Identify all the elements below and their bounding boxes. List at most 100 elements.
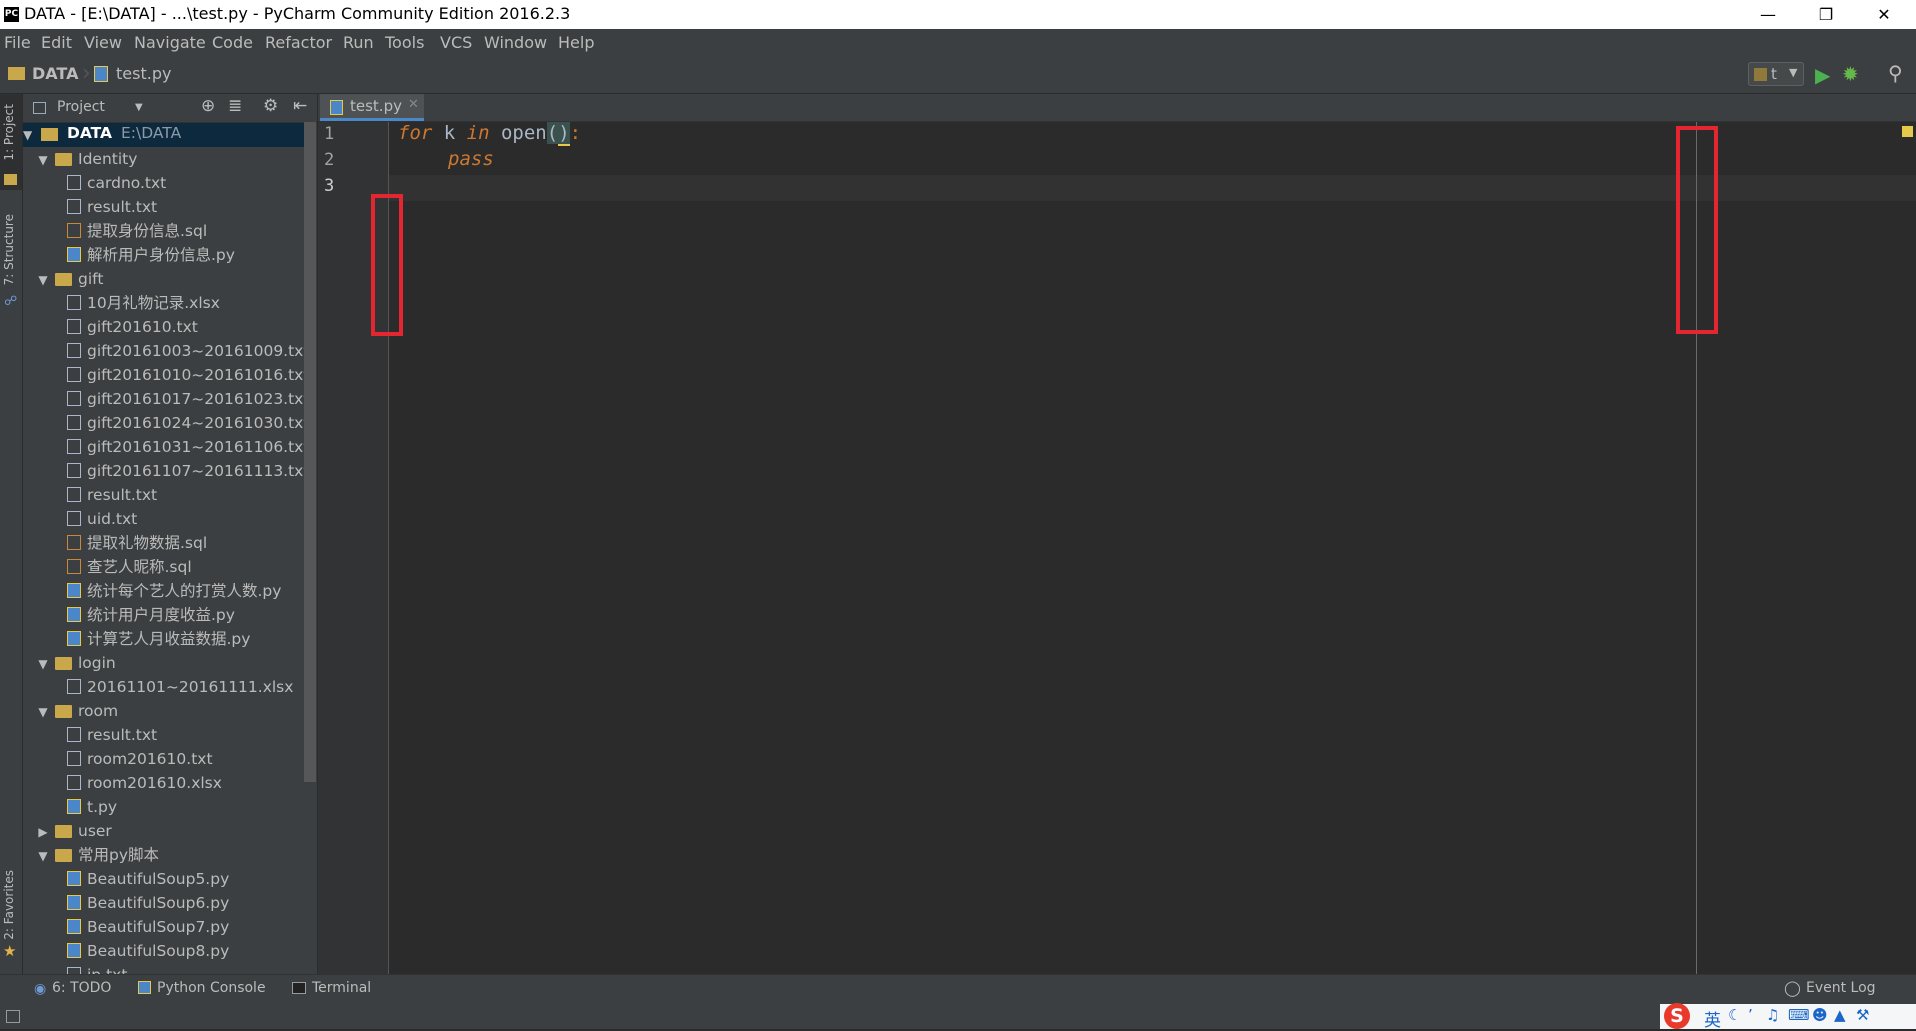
tree-expand-icon[interactable]: ▼	[23, 128, 32, 142]
user-icon[interactable]: ☻	[1812, 1006, 1828, 1024]
terminal-tool-tab[interactable]: Terminal	[312, 980, 371, 996]
run-button[interactable]: ▶	[1815, 63, 1830, 87]
tree-file[interactable]: BeautifulSoup7.py	[67, 915, 229, 939]
run-config-selector[interactable]: t ▼	[1748, 62, 1804, 86]
event-log-tool-tab[interactable]: Event Log	[1806, 980, 1876, 996]
line-number: 3	[324, 176, 335, 196]
project-tool-tab[interactable]: 1: Project	[2, 104, 16, 161]
tree-collapse-icon[interactable]: ▼	[37, 268, 49, 292]
menu-run[interactable]: Run	[343, 33, 374, 52]
search-everywhere-icon[interactable]: ⚲	[1888, 61, 1903, 85]
favorites-tool-tab[interactable]: 2: Favorites	[2, 870, 16, 940]
tree-file[interactable]: gift201610.txt	[67, 315, 198, 339]
tree-file[interactable]: 查艺人昵称.sql	[67, 555, 192, 579]
tree-file[interactable]: gift20161024~20161030.txt	[67, 411, 309, 435]
menu-window[interactable]: Window	[484, 33, 547, 52]
structure-icon: ☍	[4, 294, 18, 309]
tree-file[interactable]: uid.txt	[67, 507, 137, 531]
tree-file[interactable]: gift20161010~20161016.txt	[67, 363, 309, 387]
tree-folder[interactable]: ▼ login	[37, 651, 115, 676]
tree-file[interactable]: 提取身份信息.sql	[67, 219, 207, 243]
breadcrumb-file[interactable]: test.py	[116, 64, 171, 83]
todo-tool-tab[interactable]: 6: TODO	[52, 980, 111, 996]
tree-file[interactable]: 提取礼物数据.sql	[67, 531, 207, 555]
tree-file[interactable]: BeautifulSoup6.py	[67, 891, 229, 915]
close-tab-icon[interactable]: ✕	[408, 97, 419, 112]
tree-file[interactable]: BeautifulSoup5.py	[67, 867, 229, 891]
tree-file[interactable]: gift20161017~20161023.txt	[67, 387, 309, 411]
tree-file[interactable]: 计算艺人月收益数据.py	[67, 627, 250, 651]
moon-icon[interactable]: ☾	[1728, 1006, 1741, 1024]
project-tree: ▼ Identity cardno.txt result.txt 提取身份信息.sql 解…	[23, 147, 317, 974]
tree-folder[interactable]: ▼ Identity	[37, 147, 137, 171]
tree-file[interactable]: t.py	[67, 795, 117, 819]
tree-file[interactable]: gift20161003~20161009.txt	[67, 339, 309, 363]
tree-file[interactable]: room201610.xlsx	[67, 771, 222, 795]
tree-file[interactable]: 10月礼物记录.xlsx	[67, 291, 220, 315]
sogou-ime-logo[interactable]: S	[1664, 1003, 1690, 1029]
menu-help[interactable]: Help	[558, 33, 594, 52]
restore-button[interactable]: ❐	[1798, 0, 1854, 29]
inspection-warning-icon[interactable]	[1902, 126, 1913, 137]
folder-icon	[55, 153, 72, 166]
tree-file[interactable]: cardno.txt	[67, 171, 166, 195]
menu-navigate[interactable]: Navigate	[134, 33, 206, 52]
tree-folder[interactable]: ▼ gift	[37, 267, 103, 291]
tree-file[interactable]: result.txt	[67, 195, 157, 219]
sql-file-icon	[67, 559, 81, 574]
scroll-from-source-icon[interactable]: ⊕	[201, 96, 215, 116]
tree-file[interactable]: result.txt	[67, 723, 157, 747]
menu-code[interactable]: Code	[212, 33, 253, 52]
tree-file[interactable]: 统计用户月度收益.py	[67, 603, 235, 627]
menu-tools[interactable]: Tools	[385, 33, 424, 52]
menu-refactor[interactable]: Refactor	[265, 33, 332, 52]
project-scrollbar[interactable]	[304, 122, 316, 782]
minimize-button[interactable]: —	[1740, 0, 1796, 29]
tree-expand-icon[interactable]: ▶	[37, 820, 49, 844]
tree-collapse-icon[interactable]: ▼	[37, 844, 49, 868]
python-console-tool-tab[interactable]: Python Console	[157, 980, 266, 996]
tree-file[interactable]: 统计每个艺人的打赏人数.py	[67, 579, 281, 603]
collapse-all-icon[interactable]: ≣	[228, 96, 242, 116]
microphone-icon[interactable]: ♫	[1766, 1006, 1779, 1024]
tree-folder[interactable]: ▼ room	[37, 699, 118, 723]
tree-file[interactable]: gift20161107~20161113.txt	[67, 459, 309, 483]
tool-windows-toggle-icon[interactable]	[6, 1010, 20, 1023]
close-window-button[interactable]: ✕	[1856, 0, 1912, 29]
tree-file[interactable]: BeautifulSoup8.py	[67, 939, 229, 963]
project-view-selector[interactable]: Project	[57, 99, 105, 115]
gear-icon[interactable]: ⚙	[263, 96, 278, 116]
py-file-icon	[67, 247, 81, 262]
tree-file[interactable]: 解析用户身份信息.py	[67, 243, 235, 267]
menu-vcs[interactable]: VCS	[440, 33, 472, 52]
debug-bug-icon[interactable]: ✹	[1842, 62, 1859, 86]
tab-test-py[interactable]: test.py ✕	[320, 94, 424, 121]
tree-item-label: 统计用户月度收益.py	[87, 606, 235, 624]
tools-wrench-icon[interactable]: ⚒	[1856, 1006, 1869, 1024]
menu-edit[interactable]: Edit	[41, 33, 72, 52]
structure-tool-tab[interactable]: 7: Structure	[2, 214, 16, 285]
tree-collapse-icon[interactable]: ▼	[37, 700, 49, 724]
breadcrumb-root[interactable]: DATA	[32, 64, 78, 83]
tree-file[interactable]: ip.txt	[67, 963, 127, 974]
hide-panel-icon[interactable]: ⇤	[293, 96, 307, 116]
tree-file[interactable]: 20161101~20161111.xlsx	[67, 675, 293, 699]
keyboard-icon[interactable]: ⌨	[1788, 1006, 1810, 1024]
tree-collapse-icon[interactable]: ▼	[37, 148, 49, 172]
tree-item-label: BeautifulSoup6.py	[87, 894, 230, 912]
menu-view[interactable]: View	[84, 33, 122, 52]
skin-icon[interactable]: ▲	[1834, 1006, 1846, 1024]
tree-file[interactable]: room201610.txt	[67, 747, 213, 771]
tree-file[interactable]: gift20161031~20161106.txt	[67, 435, 309, 459]
annotation-box-gutter	[371, 194, 403, 336]
menu-file[interactable]: File	[4, 33, 31, 52]
chevron-down-icon[interactable]: ▼	[135, 102, 143, 113]
tree-collapse-icon[interactable]: ▼	[37, 652, 49, 676]
code-editor[interactable]: 1 2 3 for k in open(): pass	[318, 122, 1916, 974]
tree-root-row[interactable]: ▼ DATA E:\DATA	[23, 123, 309, 147]
tree-file[interactable]: result.txt	[67, 483, 157, 507]
punctuation-icon[interactable]: ’	[1748, 1006, 1753, 1024]
tree-folder[interactable]: ▼ 常用py脚本	[37, 843, 159, 867]
tree-folder[interactable]: ▶ user	[37, 819, 111, 844]
ime-mode-indicator[interactable]: 英	[1704, 1006, 1721, 1031]
